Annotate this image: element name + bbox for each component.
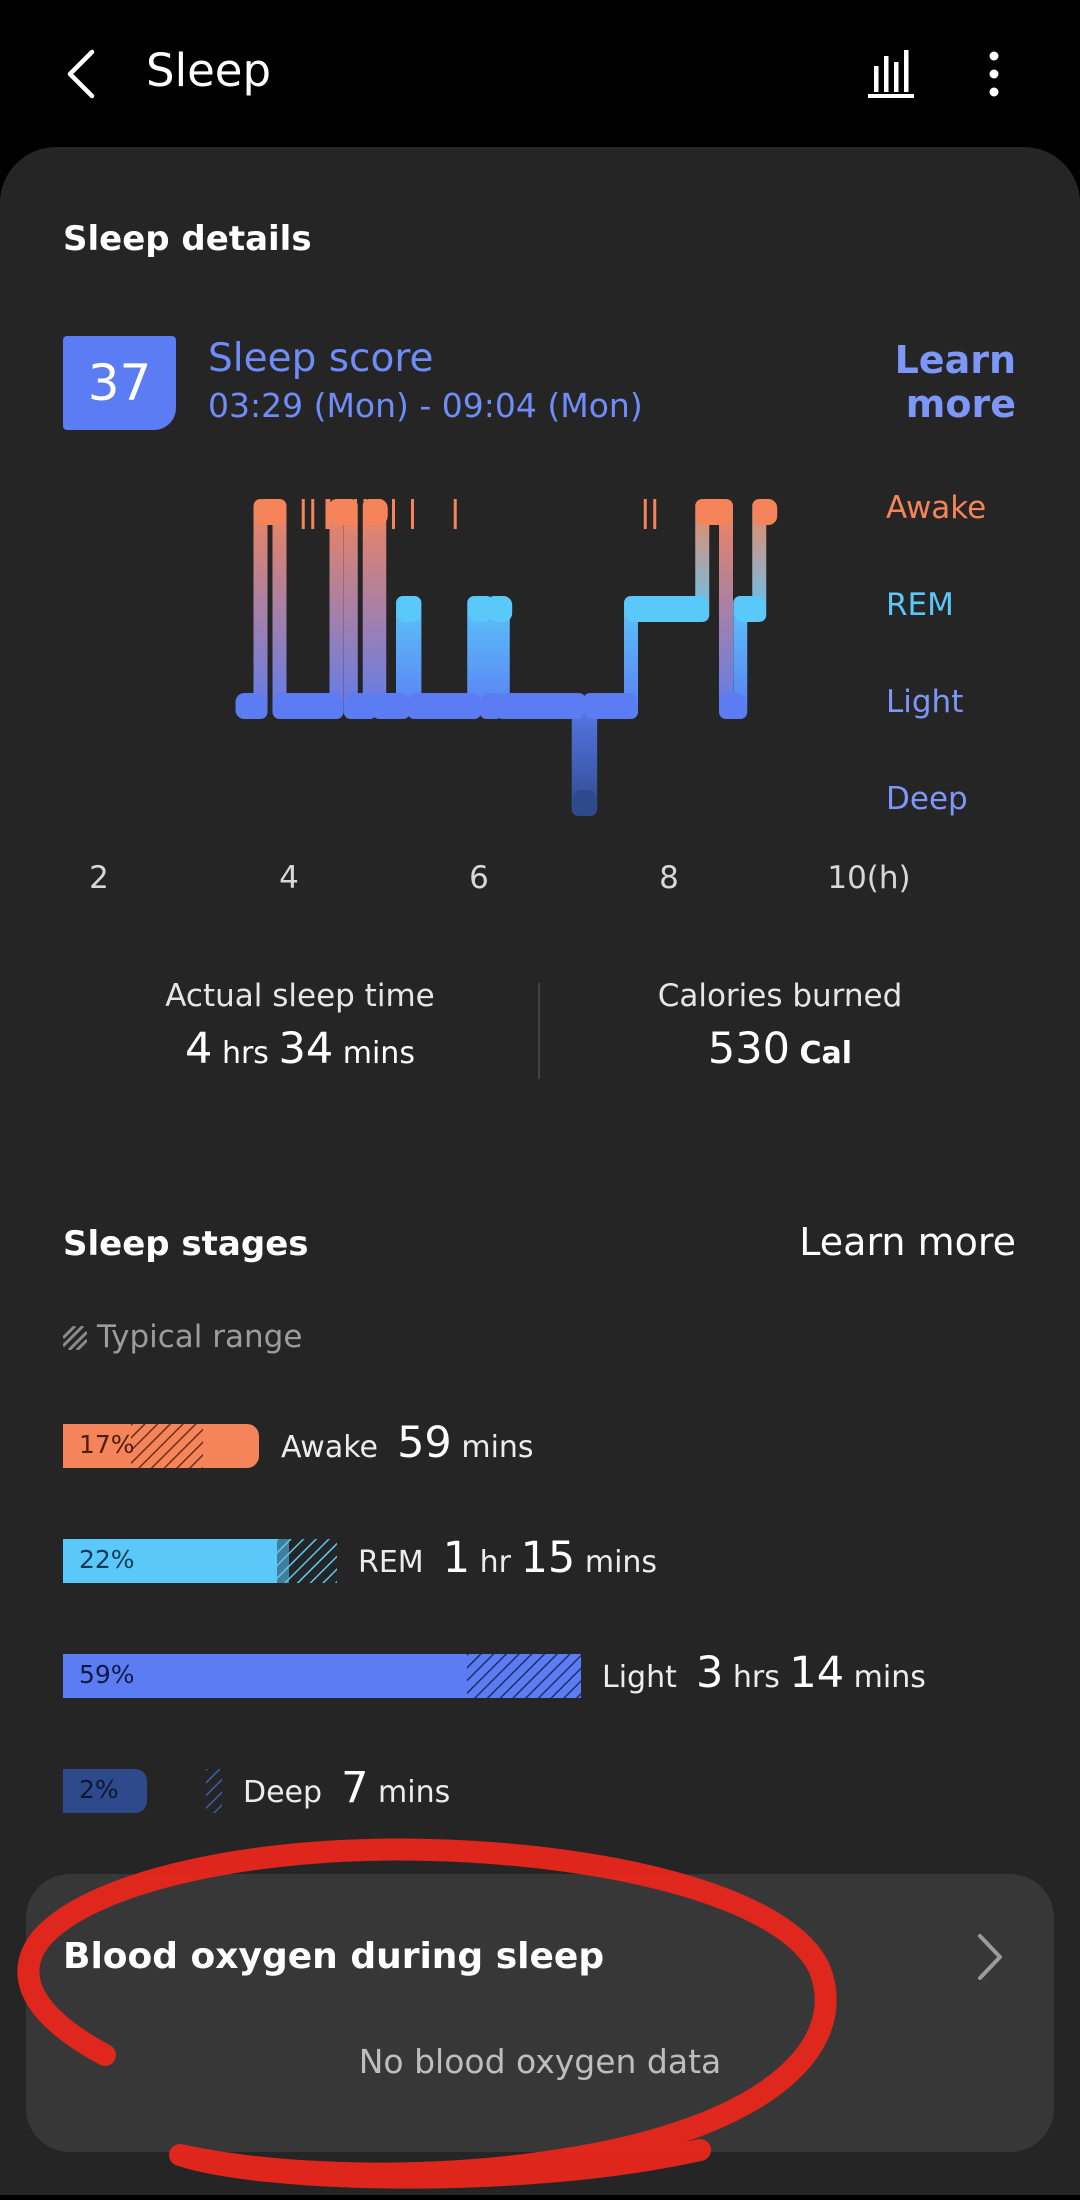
awake-tick xyxy=(311,499,315,529)
stage-transition xyxy=(719,499,733,719)
stage-segment-rem xyxy=(625,596,709,622)
x-tick-label: 6 xyxy=(469,860,489,896)
sleep-details-title: Sleep details xyxy=(63,219,312,259)
awake-tick xyxy=(653,499,657,529)
typical-range-hatch xyxy=(206,1769,222,1813)
stage-segment-light xyxy=(235,693,267,719)
stage-segment-light xyxy=(584,693,637,719)
stage-label-deep: Deep xyxy=(886,781,968,817)
stage-value-rem: REM 1 hr 15 mins xyxy=(358,1533,658,1583)
stage-transition xyxy=(329,499,344,719)
stage-segment-light xyxy=(373,693,409,719)
stage-label-rem: REM xyxy=(886,587,954,623)
stage-transition xyxy=(372,499,387,719)
hatch-icon xyxy=(63,1326,87,1350)
x-tick-label: 4 xyxy=(279,860,299,896)
stage-segment-light xyxy=(344,693,376,719)
calories-value: 530 Cal xyxy=(707,1024,853,1074)
stage-segment-light xyxy=(496,693,585,719)
chevron-right-icon[interactable] xyxy=(970,1932,1010,1982)
sleep-time-range: 03:29 (Mon) - 09:04 (Mon) xyxy=(208,386,643,425)
more-options-icon[interactable] xyxy=(976,46,1012,102)
sleep-stages-title: Sleep stages xyxy=(63,1224,309,1264)
stage-value-deep: Deep 7 mins xyxy=(243,1763,451,1813)
x-tick-label: 8 xyxy=(659,860,679,896)
blood-oxygen-title: Blood oxygen during sleep xyxy=(63,1936,605,1977)
typical-range-hatch xyxy=(467,1654,581,1698)
stage-bar-deep: 2% xyxy=(63,1769,147,1813)
stage-label-awake: Awake xyxy=(886,490,987,526)
stage-value-awake: Awake 59 mins xyxy=(281,1418,534,1468)
stage-segment-light xyxy=(720,693,747,719)
bar-chart-icon[interactable] xyxy=(862,46,922,102)
stage-segment-awake xyxy=(696,499,732,525)
x-tick-label: 2 xyxy=(89,860,109,896)
awake-tick xyxy=(453,499,457,529)
sleep-stages-learn-more-link[interactable]: Learn more xyxy=(700,1220,1016,1264)
stage-segment-awake xyxy=(254,499,286,525)
awake-tick xyxy=(327,499,331,529)
stage-segment-rem xyxy=(488,596,513,622)
stage-label-light: Light xyxy=(886,684,964,720)
awake-tick xyxy=(354,499,357,529)
stage-segment-deep xyxy=(572,790,597,816)
stage-bar-light: 59% xyxy=(63,1654,581,1698)
awake-tick xyxy=(363,499,367,529)
stage-segment-light xyxy=(273,693,343,719)
typical-range-hatch xyxy=(131,1424,203,1468)
stage-transition xyxy=(272,499,287,719)
stage-value-light: Light 3 hrs 14 mins xyxy=(602,1648,926,1698)
x-tick-label: 10(h) xyxy=(827,860,911,896)
awake-tick xyxy=(301,499,305,529)
stage-segment-awake xyxy=(330,499,357,525)
stage-segment-rem xyxy=(734,596,766,622)
awake-tick xyxy=(411,499,414,529)
typical-range-legend: Typical range xyxy=(97,1319,303,1355)
awake-tick xyxy=(392,499,395,529)
sleep-score-badge: 37 xyxy=(63,336,176,430)
stage-transition xyxy=(343,499,358,719)
blood-oxygen-card[interactable] xyxy=(26,1874,1054,2152)
stage-segment-awake xyxy=(363,499,388,525)
calories-label: Calories burned xyxy=(657,978,903,1014)
metrics-divider xyxy=(538,983,540,1079)
stage-bar-awake: 17% xyxy=(63,1424,259,1468)
blood-oxygen-empty-message: No blood oxygen data xyxy=(358,2042,722,2081)
back-arrow-icon[interactable] xyxy=(58,46,108,102)
sleep-score-label: Sleep score xyxy=(208,336,434,381)
page-title: Sleep xyxy=(146,44,272,97)
stage-transition xyxy=(253,499,268,719)
sleep-score-learn-more-link[interactable]: Learn more xyxy=(780,338,1016,426)
actual-sleep-value: 4 hrs 34 mins xyxy=(185,1024,415,1074)
stage-segment-awake xyxy=(753,499,778,525)
stage-bar-rem: 22% xyxy=(63,1539,337,1583)
stage-segment-light xyxy=(408,693,481,719)
stage-segment-rem xyxy=(397,596,421,622)
awake-tick xyxy=(643,499,647,529)
actual-sleep-label: Actual sleep time xyxy=(165,978,435,1014)
